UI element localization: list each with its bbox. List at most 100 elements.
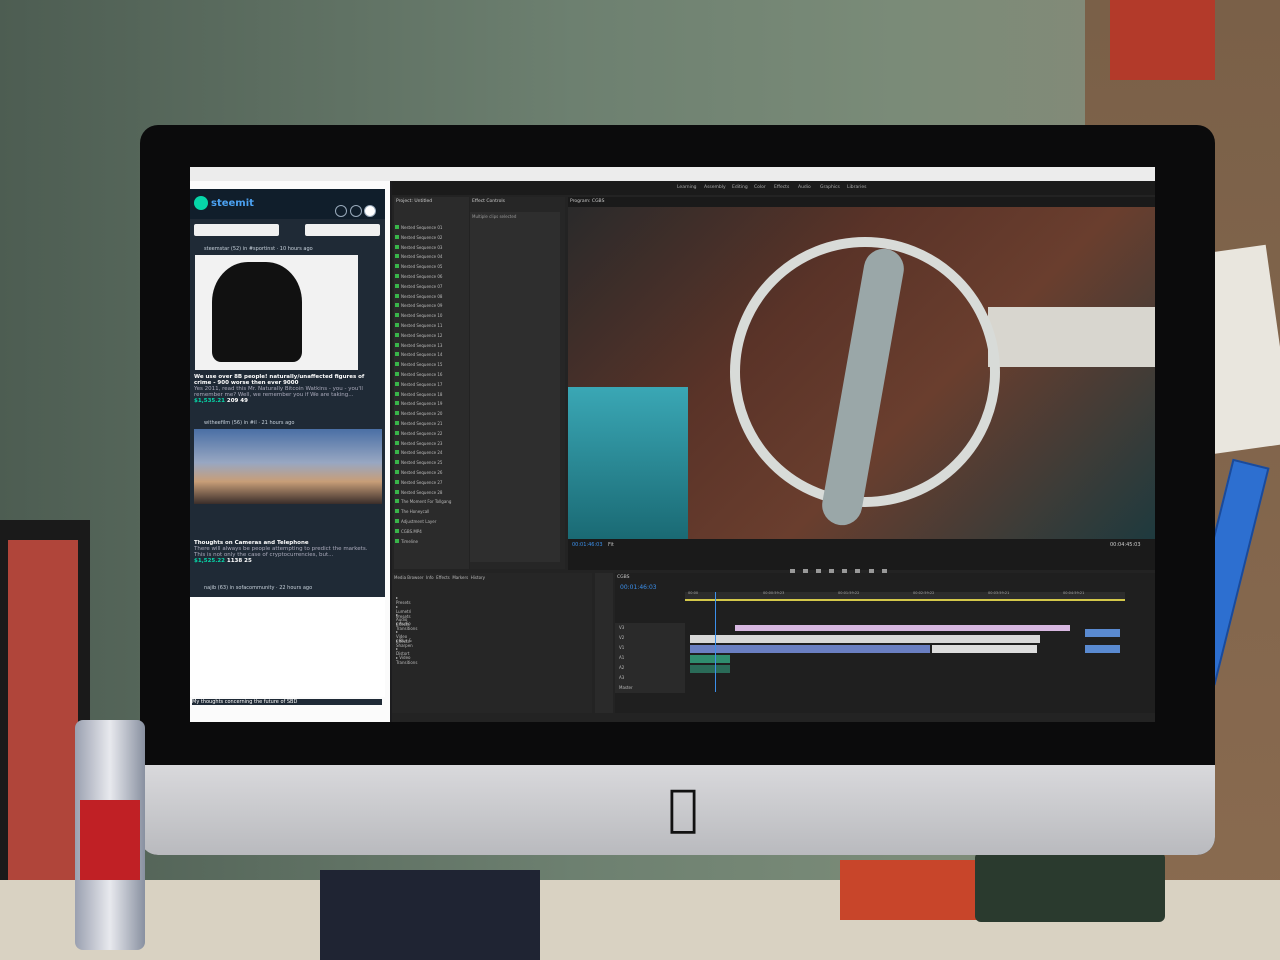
timeline-clip[interactable] — [690, 645, 930, 653]
track-header[interactable]: A1 — [615, 653, 685, 663]
program-tab[interactable]: Program: CGBS — [568, 197, 1155, 206]
timeline-clip[interactable] — [1085, 629, 1120, 637]
project-item[interactable]: Nested Sequence 05 — [395, 264, 465, 270]
source-note: Multiple clips selected — [472, 214, 517, 219]
program-timecode[interactable]: 00:01:46:03 — [572, 542, 603, 548]
sequence-icon — [395, 381, 399, 386]
project-item[interactable]: Nested Sequence 04 — [395, 254, 465, 260]
project-item-label: Nested Sequence 20 — [401, 411, 443, 417]
project-item[interactable]: Nested Sequence 20 — [395, 411, 465, 417]
project-item-label: Nested Sequence 21 — [401, 421, 443, 426]
project-item[interactable]: Nested Sequence 23 — [395, 440, 465, 447]
project-item[interactable]: Nested Sequence 11 — [395, 323, 465, 329]
project-item[interactable]: CGBS.MP4 — [395, 528, 465, 535]
track-header[interactable]: V2 — [615, 633, 685, 643]
project-item[interactable]: Nested Sequence 01 — [395, 225, 465, 231]
timeline-name[interactable]: CGBS — [615, 573, 1155, 582]
project-item[interactable]: Nested Sequence 02 — [395, 234, 465, 241]
search-icon[interactable] — [335, 205, 347, 217]
fit-dropdown[interactable]: Fit — [608, 542, 614, 548]
filter-dropdown[interactable] — [194, 224, 279, 236]
ruler-tick-label: 00:00:59:23 — [763, 591, 785, 595]
workspace-tab[interactable]: Effects — [774, 181, 789, 195]
project-item[interactable]: Nested Sequence 07 — [395, 283, 465, 290]
tab-media-browser[interactable]: Media Browser — [394, 575, 424, 580]
footer-post-title[interactable]: My thoughts concerning the future of SBD — [192, 699, 382, 705]
sort-dropdown[interactable] — [305, 224, 380, 236]
project-item[interactable]: Nested Sequence 08 — [395, 293, 465, 300]
sequence-icon — [395, 430, 399, 435]
screen: steemit steemstar (52) in #sportinst · 1… — [190, 167, 1155, 722]
project-item[interactable]: Nested Sequence 13 — [395, 342, 465, 349]
sequence-icon — [395, 470, 399, 474]
tab-info[interactable]: Info — [426, 575, 434, 580]
wall-poster — [1110, 0, 1215, 80]
post-comments: 49 — [240, 398, 248, 404]
playhead[interactable] — [715, 592, 716, 692]
project-item[interactable]: Nested Sequence 27 — [395, 479, 465, 486]
project-item[interactable]: Nested Sequence 03 — [395, 244, 465, 251]
project-item[interactable]: Nested Sequence 26 — [395, 470, 465, 476]
post-meta: steemstar (52) in #sportinst · 10 hours … — [204, 246, 313, 252]
track-header[interactable]: A3 — [615, 673, 685, 683]
effects-folder[interactable]: ▸ Video Transitions — [396, 655, 417, 665]
project-item[interactable]: Nested Sequence 19 — [395, 401, 465, 407]
post-thumbnail[interactable] — [194, 429, 382, 504]
tools-panel — [595, 573, 613, 713]
workspace-tab[interactable]: Assembly — [704, 181, 726, 195]
project-panel-title[interactable]: Project: Untitled — [394, 197, 469, 206]
track-header[interactable]: V3 — [615, 623, 685, 633]
effects-browser-panel: Media Browser Info Effects Markers Histo… — [392, 573, 592, 713]
project-item[interactable]: The Honeycall — [395, 509, 465, 515]
tab-markers[interactable]: Markers — [452, 575, 468, 580]
timeline-clip[interactable] — [932, 645, 1037, 653]
workspace-tab[interactable]: Learning — [677, 181, 697, 195]
track-header[interactable]: Master — [615, 683, 685, 693]
project-item[interactable]: Nested Sequence 22 — [395, 430, 465, 437]
post-title[interactable]: We use over 8B people! naturally/unaffec… — [194, 374, 379, 404]
workspace-tab[interactable]: Audio — [798, 181, 811, 195]
steemit-logo[interactable]: steemit — [194, 195, 254, 213]
project-item[interactable]: Nested Sequence 15 — [395, 362, 465, 368]
post-votes: 209 — [226, 398, 239, 404]
timeline-timecode[interactable]: 00:01:46:03 — [620, 584, 657, 591]
timeline-clip[interactable] — [735, 625, 1070, 631]
sequence-icon — [395, 225, 399, 229]
project-item[interactable]: Nested Sequence 18 — [395, 391, 465, 398]
project-item[interactable]: Nested Sequence 09 — [395, 303, 465, 309]
project-item[interactable]: Timeline — [395, 538, 465, 545]
effect-controls-tab[interactable]: Effect Controls — [470, 197, 565, 206]
project-item[interactable]: Nested Sequence 14 — [395, 352, 465, 358]
project-item[interactable]: Nested Sequence 16 — [395, 372, 465, 378]
project-item[interactable]: Adjustment Layer — [395, 519, 465, 525]
avatar[interactable] — [364, 205, 376, 217]
workspace-tab[interactable]: Libraries — [847, 181, 866, 195]
project-item[interactable]: Nested Sequence 24 — [395, 450, 465, 456]
audio-clip[interactable] — [690, 665, 730, 673]
dashboard-panel — [988, 307, 1155, 367]
tab-history[interactable]: History — [471, 575, 485, 580]
timeline-clip[interactable] — [690, 635, 1040, 643]
project-item[interactable]: Nested Sequence 28 — [395, 489, 465, 496]
audio-clip[interactable] — [690, 655, 730, 663]
edit-icon[interactable] — [350, 205, 362, 217]
transport-controls — [790, 559, 940, 574]
tab-effects[interactable]: Effects — [436, 575, 450, 580]
workspace-tab[interactable]: Graphics — [820, 181, 840, 195]
project-item-label: Nested Sequence 26 — [401, 470, 443, 475]
workspace-tab[interactable]: Editing — [732, 181, 748, 195]
project-item[interactable]: Nested Sequence 21 — [395, 421, 465, 427]
post-title[interactable]: Thoughts on Cameras and Telephone There … — [194, 540, 379, 564]
project-item[interactable]: Nested Sequence 06 — [395, 274, 465, 280]
project-item-label: Nested Sequence 09 — [401, 303, 443, 309]
project-item[interactable]: Nested Sequence 17 — [395, 381, 465, 388]
track-header[interactable]: A2 — [615, 663, 685, 673]
project-item[interactable]: Nested Sequence 25 — [395, 460, 465, 466]
project-item[interactable]: The Moment For Tollgang — [395, 499, 465, 505]
track-header[interactable]: V1 — [615, 643, 685, 653]
timeline-clip[interactable] — [1085, 645, 1120, 653]
project-item[interactable]: Nested Sequence 12 — [395, 332, 465, 339]
work-area-bar[interactable] — [685, 599, 1125, 601]
workspace-tab[interactable]: Color — [754, 181, 766, 195]
project-item[interactable]: Nested Sequence 10 — [395, 313, 465, 319]
